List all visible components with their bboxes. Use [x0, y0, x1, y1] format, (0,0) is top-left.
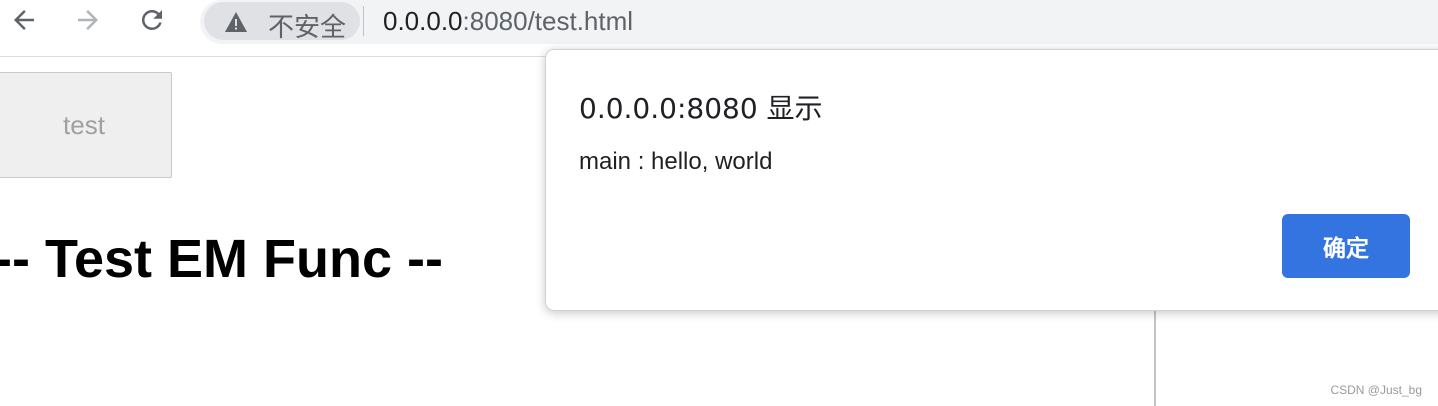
url-host: 0.0.0.0 — [383, 6, 463, 36]
forward-button[interactable] — [72, 4, 104, 36]
alert-dialog: 0.0.0.0:8080 显示 main : hello, world 确定 — [545, 49, 1438, 311]
dialog-title: 0.0.0.0:8080 显示 — [579, 92, 823, 125]
url-path: :8080/test.html — [462, 6, 634, 36]
security-indicator[interactable]: 不安全 — [204, 2, 360, 43]
confirm-button[interactable]: 确定 — [1282, 214, 1410, 278]
reload-button[interactable] — [136, 4, 168, 36]
reload-icon — [141, 9, 162, 30]
dialog-message: main : hello, world — [579, 148, 773, 175]
panel-divider — [1154, 308, 1156, 406]
test-button[interactable]: test — [0, 72, 172, 178]
security-label: 不安全 — [268, 13, 347, 43]
omnibox-divider — [363, 6, 364, 36]
back-button[interactable] — [8, 4, 40, 36]
warning-triangle-icon — [225, 12, 247, 32]
address-bar[interactable]: 不安全 0.0.0.0:8080/test.html — [200, 0, 1438, 44]
watermark: CSDN @Just_bg — [1330, 383, 1422, 397]
arrow-right-icon — [78, 10, 98, 30]
url-text[interactable]: 0.0.0.0:8080/test.html — [383, 4, 633, 38]
arrow-left-icon — [14, 10, 34, 30]
page-heading: -- Test EM Func -- — [0, 229, 443, 289]
